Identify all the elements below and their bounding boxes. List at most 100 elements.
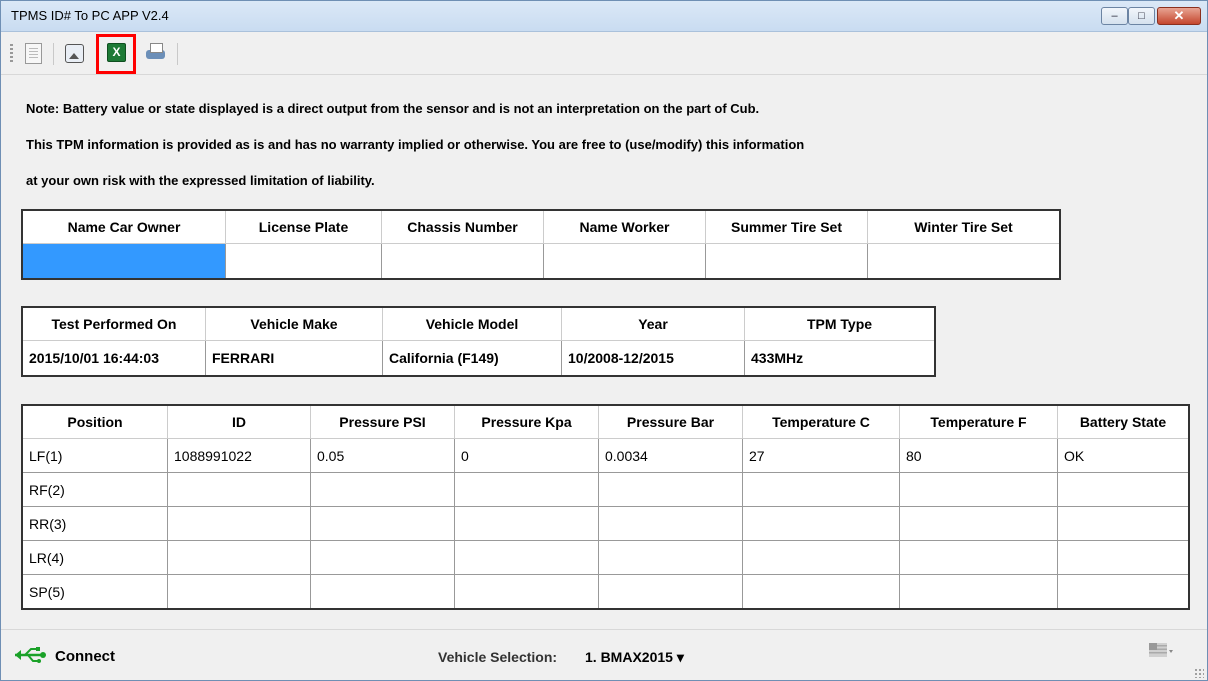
table-header-row: Position ID Pressure PSI Pressure Kpa Pr… [22,405,1189,439]
table-cell [167,506,311,541]
column-header: Temperature F [899,405,1058,439]
table-cell: 10/2008-12/2015 [561,340,745,377]
table-row: LF(1) 1088991022 0.05 0 0.0034 27 80 OK [21,438,1190,473]
column-header: Battery State [1057,405,1189,439]
table-header-row: Test Performed On Vehicle Make Vehicle M… [22,307,935,341]
language-flag-icon[interactable] [1149,643,1173,661]
table-cell: LF(1) [21,438,168,473]
app-window: TPMS ID# To PC APP V2.4 – □ ✕ X Note: Ba… [0,0,1208,681]
toolbar-separator [53,43,54,65]
column-header: Pressure PSI [310,405,455,439]
column-header: TPM Type [744,307,935,341]
table-cell [167,574,311,610]
table-cell: 2015/10/01 16:44:03 [21,340,206,377]
usb-connect-icon[interactable] [13,646,47,664]
document-button[interactable] [21,41,45,65]
worker-name-cell[interactable] [543,243,706,280]
test-info-table: Test Performed On Vehicle Make Vehicle M… [21,306,936,377]
column-header: Summer Tire Set [705,210,868,244]
table-cell: LR(4) [21,540,168,575]
table-row: LR(4) [21,540,1190,575]
table-header-row: Name Car Owner License Plate Chassis Num… [22,210,1060,244]
maximize-icon: □ [1138,10,1145,22]
table-cell [899,540,1058,575]
printer-icon [146,43,165,59]
note-line-3: at your own risk with the expressed limi… [26,173,375,188]
table-cell [598,472,743,507]
table-cell: 0.05 [310,438,455,473]
table-row: RF(2) [21,472,1190,507]
column-header: Test Performed On [22,307,206,341]
column-header: Vehicle Model [382,307,562,341]
table-cell [454,472,599,507]
table-cell [742,574,900,610]
toolbar-separator [177,43,178,65]
table-cell: RF(2) [21,472,168,507]
table-cell: 433MHz [744,340,936,377]
table-cell [454,540,599,575]
table-cell: 1088991022 [167,438,311,473]
table-cell: FERRARI [205,340,383,377]
column-header: ID [167,405,311,439]
table-cell [310,506,455,541]
resize-grip[interactable] [1194,668,1204,678]
table-cell [1057,574,1190,610]
image-icon [65,44,84,63]
table-cell [742,540,900,575]
column-header: Temperature C [742,405,900,439]
table-row: SP(5) [21,574,1190,610]
note-line-2: This TPM information is provided as is a… [26,137,805,152]
table-cell [598,540,743,575]
winter-tire-cell[interactable] [867,243,1061,280]
table-cell [310,574,455,610]
title-bar: TPMS ID# To PC APP V2.4 – □ ✕ [1,1,1207,32]
note-line-1: Note: Battery value or state displayed i… [26,101,760,116]
maximize-button[interactable]: □ [1128,7,1155,25]
table-cell: SP(5) [21,574,168,610]
column-header: Chassis Number [381,210,544,244]
column-header: License Plate [225,210,382,244]
license-plate-cell[interactable] [225,243,382,280]
image-button[interactable] [62,41,86,65]
close-icon: ✕ [1173,8,1185,23]
summer-tire-cell[interactable] [705,243,868,280]
table-cell [899,472,1058,507]
column-header: Name Car Owner [22,210,226,244]
column-header: Pressure Kpa [454,405,599,439]
vehicle-selection-label: Vehicle Selection: [438,649,558,665]
minimize-button[interactable]: – [1101,7,1128,25]
window-title: TPMS ID# To PC APP V2.4 [11,8,169,23]
connect-button[interactable]: Connect [55,648,115,665]
document-icon [25,43,42,64]
highlight-frame [96,34,136,74]
table-row: RR(3) [21,506,1190,541]
status-bar: Connect Vehicle Selection: 1. BMAX2015 ▾ [1,629,1207,681]
column-header: Position [22,405,168,439]
toolbar-grip [10,44,13,62]
table-cell [1057,540,1190,575]
chassis-number-cell[interactable] [381,243,544,280]
table-cell [454,506,599,541]
minimize-icon: – [1111,10,1118,22]
table-cell: 80 [899,438,1058,473]
print-button[interactable] [144,41,168,65]
table-cell [742,506,900,541]
column-header: Year [561,307,745,341]
close-button[interactable]: ✕ [1157,7,1201,25]
table-cell [454,574,599,610]
column-header: Name Worker [543,210,706,244]
table-cell [899,506,1058,541]
toolbar: X [1,32,1207,75]
table-cell [1057,472,1190,507]
table-cell [742,472,900,507]
table-cell [310,472,455,507]
table-row: 2015/10/01 16:44:03 FERRARI California (… [21,340,936,377]
table-cell [167,472,311,507]
table-cell [598,574,743,610]
table-cell [167,540,311,575]
owner-name-cell[interactable] [21,243,226,280]
table-cell: 0 [454,438,599,473]
vehicle-selection-dropdown[interactable]: 1. BMAX2015 ▾ [585,649,684,666]
table-cell [598,506,743,541]
table-cell [310,540,455,575]
